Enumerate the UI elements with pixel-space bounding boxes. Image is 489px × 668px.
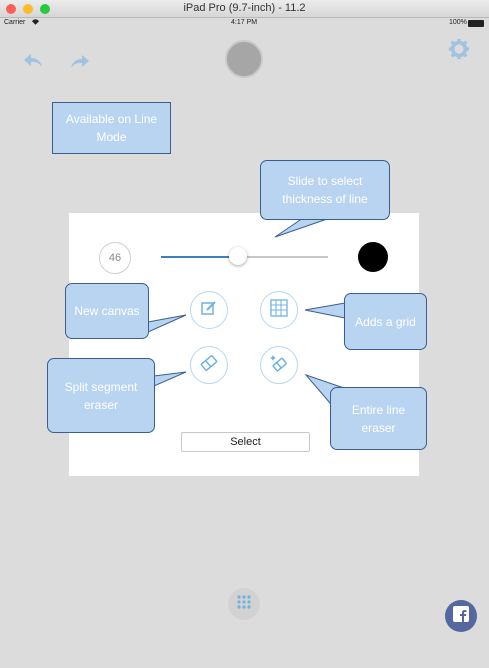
selected-color-swatch[interactable] [358, 242, 388, 272]
menu-button[interactable] [228, 588, 260, 620]
add-grid-button[interactable] [260, 291, 298, 329]
wifi-icon [31, 18, 40, 28]
entire-line-eraser-button[interactable] [260, 346, 298, 384]
edit-icon [200, 299, 218, 322]
facebook-share-button[interactable] [445, 600, 477, 632]
callout-new-canvas: New canvas [65, 283, 149, 339]
carrier-label: Carrier [4, 19, 26, 26]
redo-arrow-icon[interactable] [69, 52, 91, 76]
thickness-slider-knob[interactable] [229, 247, 247, 265]
dots-grid-icon [236, 594, 252, 615]
status-time: 4:17 PM [231, 19, 258, 26]
eraser-icon [199, 353, 219, 378]
split-segment-eraser-button[interactable] [190, 346, 228, 384]
select-button[interactable]: Select [181, 432, 310, 452]
minimize-window-button[interactable] [23, 4, 33, 14]
battery-percent: 100% [449, 19, 467, 26]
window-title: iPad Pro (9.7-inch) - 11.2 [183, 2, 306, 14]
zoom-window-button[interactable] [40, 4, 50, 14]
callout-line-mode: Available on Line Mode [52, 102, 171, 154]
thickness-value: 46 [99, 242, 131, 274]
status-bar: Carrier 4:17 PM 100% [0, 18, 489, 30]
callout-entire-eraser: Entire line eraser [330, 387, 427, 450]
callout-adds-grid: Adds a grid [344, 293, 427, 350]
thickness-slider-fill [161, 256, 239, 258]
facebook-icon [453, 605, 469, 627]
close-window-button[interactable] [6, 4, 16, 14]
window-titlebar: iPad Pro (9.7-inch) - 11.2 [0, 0, 489, 18]
magic-eraser-icon [269, 353, 289, 378]
current-color-button[interactable] [225, 40, 263, 78]
grid-icon [269, 298, 289, 323]
callout-split-eraser: Split segment eraser [47, 358, 155, 433]
battery-icon [468, 20, 484, 27]
undo-arrow-icon[interactable] [22, 51, 44, 75]
gear-icon[interactable] [448, 38, 470, 64]
new-canvas-button[interactable] [190, 291, 228, 329]
callout-slide: Slide to select thickness of line [260, 160, 390, 220]
